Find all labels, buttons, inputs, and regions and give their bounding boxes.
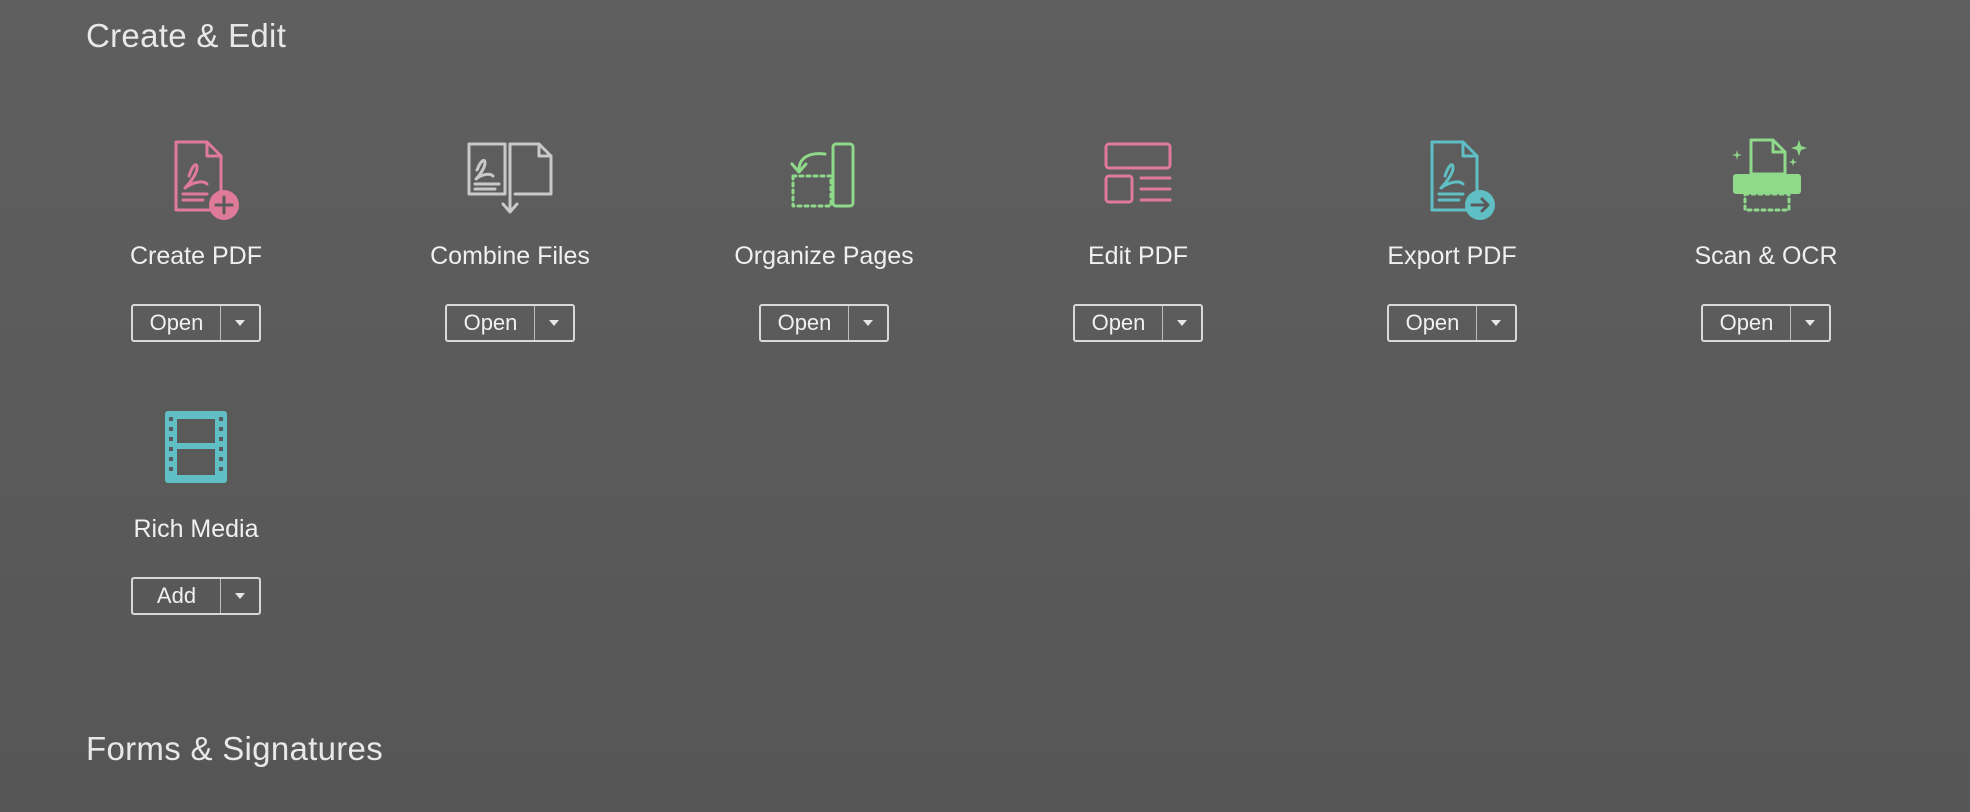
tool-create-pdf[interactable]: Create PDF Open (96, 132, 296, 382)
tool-organize-pages[interactable]: Organize Pages Open (724, 132, 924, 382)
chevron-down-icon[interactable] (221, 579, 259, 613)
organize-pages-icon (769, 132, 879, 232)
rich-media-icon (141, 405, 251, 505)
open-button-label[interactable]: Open (761, 306, 849, 340)
scan-ocr-icon (1711, 132, 1821, 232)
scan-ocr-open-button[interactable]: Open (1701, 304, 1831, 342)
combine-files-icon (455, 132, 565, 232)
open-button-label[interactable]: Open (1703, 306, 1791, 340)
section-title-create-edit: Create & Edit (86, 17, 287, 54)
organize-pages-open-button[interactable]: Open (759, 304, 889, 342)
chevron-down-icon[interactable] (1477, 306, 1515, 340)
tool-label: Scan & OCR (1694, 242, 1838, 270)
tool-label: Export PDF (1387, 242, 1517, 270)
edit-pdf-open-button[interactable]: Open (1073, 304, 1203, 342)
tool-label: Rich Media (133, 515, 259, 543)
chevron-down-icon[interactable] (849, 306, 887, 340)
export-pdf-icon (1397, 132, 1507, 232)
create-pdf-icon (141, 132, 251, 232)
edit-pdf-icon (1083, 132, 1193, 232)
rich-media-add-button[interactable]: Add (131, 577, 261, 615)
combine-files-open-button[interactable]: Open (445, 304, 575, 342)
tool-edit-pdf[interactable]: Edit PDF Open (1038, 132, 1238, 382)
tool-label: Edit PDF (1087, 242, 1189, 270)
open-button-label[interactable]: Open (447, 306, 535, 340)
chevron-down-icon[interactable] (1791, 306, 1829, 340)
tool-combine-files[interactable]: Combine Files Open (410, 132, 610, 382)
open-button-label[interactable]: Open (1389, 306, 1477, 340)
open-button-label[interactable]: Open (1075, 306, 1163, 340)
tool-rich-media[interactable]: Rich Media Add (96, 405, 296, 655)
tool-scan-ocr[interactable]: Scan & OCR Open (1666, 132, 1866, 382)
open-button-label[interactable]: Open (133, 306, 221, 340)
chevron-down-icon[interactable] (1163, 306, 1201, 340)
export-pdf-open-button[interactable]: Open (1387, 304, 1517, 342)
tool-export-pdf[interactable]: Export PDF Open (1352, 132, 1552, 382)
tool-label: Create PDF (130, 242, 262, 270)
create-pdf-open-button[interactable]: Open (131, 304, 261, 342)
chevron-down-icon[interactable] (535, 306, 573, 340)
add-button-label[interactable]: Add (133, 579, 221, 613)
tool-label: Combine Files (430, 242, 590, 270)
section-title-forms-signatures: Forms & Signatures (86, 730, 384, 767)
chevron-down-icon[interactable] (221, 306, 259, 340)
tool-label: Organize Pages (734, 242, 914, 270)
